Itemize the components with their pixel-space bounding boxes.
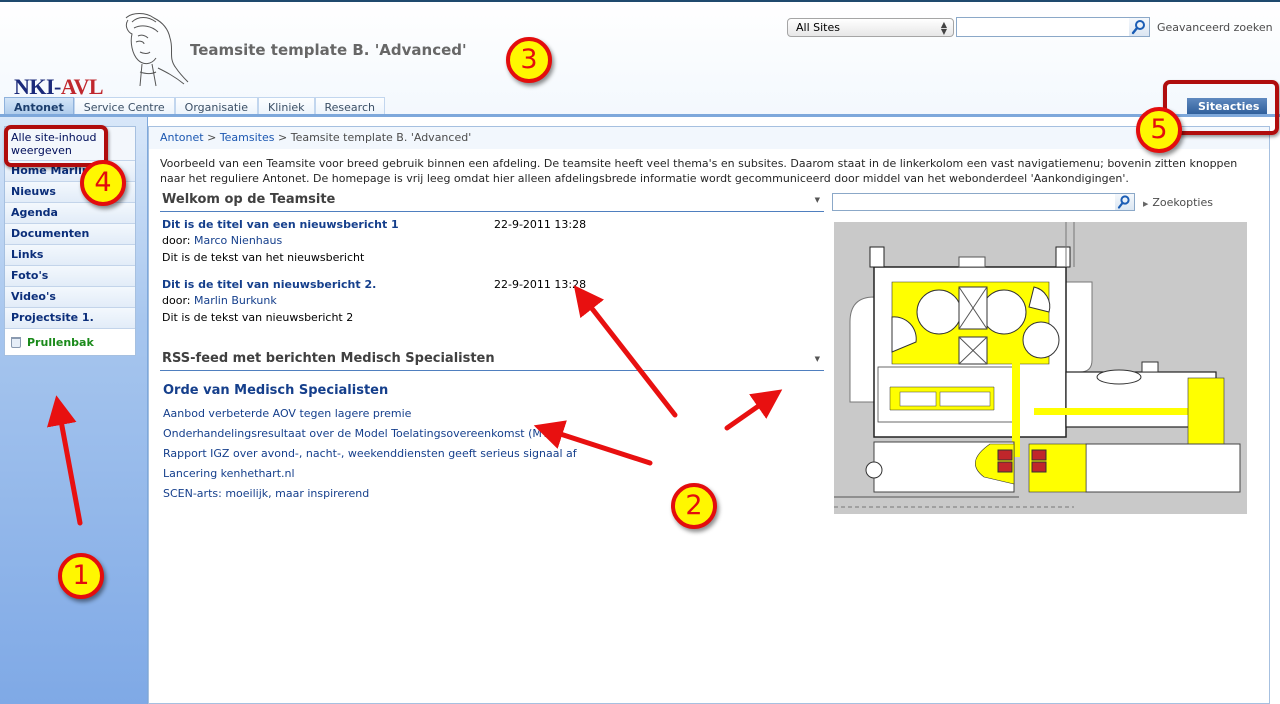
news-item-title[interactable]: Dit is de titel van nieuwsbericht 2.	[162, 278, 376, 291]
quick-launch-item-videos[interactable]: Video's	[5, 287, 135, 308]
search-icon	[1131, 20, 1145, 35]
callout-2: 2	[671, 483, 717, 529]
page-description: Voorbeeld van een Teamsite voor breed ge…	[160, 157, 1238, 185]
news-item-author[interactable]: Marco Nienhaus	[194, 234, 282, 247]
site-search-input[interactable]	[956, 17, 1130, 37]
breadcrumb-current: Teamsite template B. 'Advanced'	[290, 131, 472, 144]
callout-3: 3	[506, 37, 552, 83]
header: NKI-AVL Teamsite template B. 'Advanced' …	[0, 0, 1280, 125]
recycle-bin-link[interactable]: Prullenbak	[5, 329, 135, 355]
callout-4: 4	[80, 160, 126, 206]
webpart-menu-icon[interactable]: ▼	[815, 196, 820, 204]
search-scope-value: All Sites	[796, 21, 840, 34]
news-item-byline: door: Marco Nienhaus	[162, 234, 282, 247]
site-title: Teamsite template B. 'Advanced'	[190, 41, 467, 59]
webpart-search-input[interactable]	[832, 193, 1116, 211]
webpart-search-button[interactable]	[1115, 193, 1135, 211]
recycle-bin-icon	[11, 336, 21, 348]
quick-launch-item-links[interactable]: Links	[5, 245, 135, 266]
content-area: Antonet > Teamsites > Teamsite template …	[148, 126, 1270, 704]
search-icon	[1117, 195, 1130, 209]
news-item-date: 22-9-2011 13:28	[494, 278, 587, 291]
webpart-menu-icon[interactable]: ▼	[815, 355, 820, 363]
search-options-link[interactable]: ▶ Zoekopties	[1143, 196, 1213, 209]
left-column: Alle site-inhoud weergeven Home Marlin N…	[0, 117, 147, 704]
rss-item-link[interactable]: Rapport IGZ over avond-, nacht-, weekend…	[163, 447, 577, 460]
expand-triangle-icon: ▶	[1143, 200, 1149, 208]
welcome-webpart-title: Welkom op de Teamsite	[162, 192, 336, 207]
advanced-search-link[interactable]: Geavanceerd zoeken	[1157, 21, 1273, 34]
rss-webpart-title: RSS-feed met berichten Medisch Specialis…	[162, 351, 495, 366]
breadcrumb-separator: >	[203, 131, 220, 144]
quick-launch-item-agenda[interactable]: Agenda	[5, 203, 135, 224]
news-item-body: Dit is de tekst van het nieuwsbericht	[162, 251, 365, 264]
quick-launch-item-projectsite[interactable]: Projectsite 1.	[5, 308, 135, 329]
welcome-webpart-header: Welkom op de Teamsite ▼	[160, 190, 824, 212]
select-arrows-icon: ▲ ▼	[940, 20, 947, 36]
floor-plan-image	[834, 222, 1247, 514]
rss-item-link[interactable]: Aanbod verbeterde AOV tegen lagere premi…	[163, 407, 411, 420]
main-content: Antonet > Teamsites > Teamsite template …	[147, 117, 1280, 704]
news-item-date: 22-9-2011 13:28	[494, 218, 587, 231]
news-item-title[interactable]: Dit is de titel van een nieuwsbericht 1	[162, 218, 399, 231]
rss-feed-title[interactable]: Orde van Medisch Specialisten	[163, 383, 388, 398]
breadcrumb-antonet[interactable]: Antonet	[160, 131, 204, 144]
rss-item-link[interactable]: Onderhandelingsresultaat over de Model T…	[163, 427, 562, 440]
rss-item-link[interactable]: SCEN-arts: moeilijk, maar inspirerend	[163, 487, 369, 500]
byline-label: door:	[162, 234, 191, 247]
recycle-bin-label: Prullenbak	[27, 335, 94, 349]
quick-launch-item-fotos[interactable]: Foto's	[5, 266, 135, 287]
breadcrumb: Antonet > Teamsites > Teamsite template …	[149, 127, 1269, 149]
callout-5: 5	[1136, 107, 1182, 153]
callout-1: 1	[58, 553, 104, 599]
site-search-button[interactable]	[1129, 17, 1150, 37]
news-item-byline: door: Marlin Burkunk	[162, 294, 277, 307]
highlight-box-view-all	[4, 125, 108, 167]
portrait-sketch-icon	[125, 13, 189, 87]
rss-item-link[interactable]: Lancering kenhethart.nl	[163, 467, 295, 480]
quick-launch-item-documenten[interactable]: Documenten	[5, 224, 135, 245]
search-options-label: Zoekopties	[1152, 196, 1213, 209]
byline-label: door:	[162, 294, 191, 307]
news-item-author[interactable]: Marlin Burkunk	[194, 294, 277, 307]
news-item-body: Dit is de tekst van nieuwsbericht 2	[162, 311, 354, 324]
floor-plan-drawing	[834, 222, 1247, 514]
rss-webpart-header: RSS-feed met berichten Medisch Specialis…	[160, 349, 824, 371]
nki-avl-logo[interactable]: NKI-AVL	[6, 12, 189, 99]
search-scope-select[interactable]: All Sites ▲ ▼	[787, 18, 954, 37]
breadcrumb-teamsites[interactable]: Teamsites	[220, 131, 275, 144]
breadcrumb-separator: >	[274, 131, 291, 144]
